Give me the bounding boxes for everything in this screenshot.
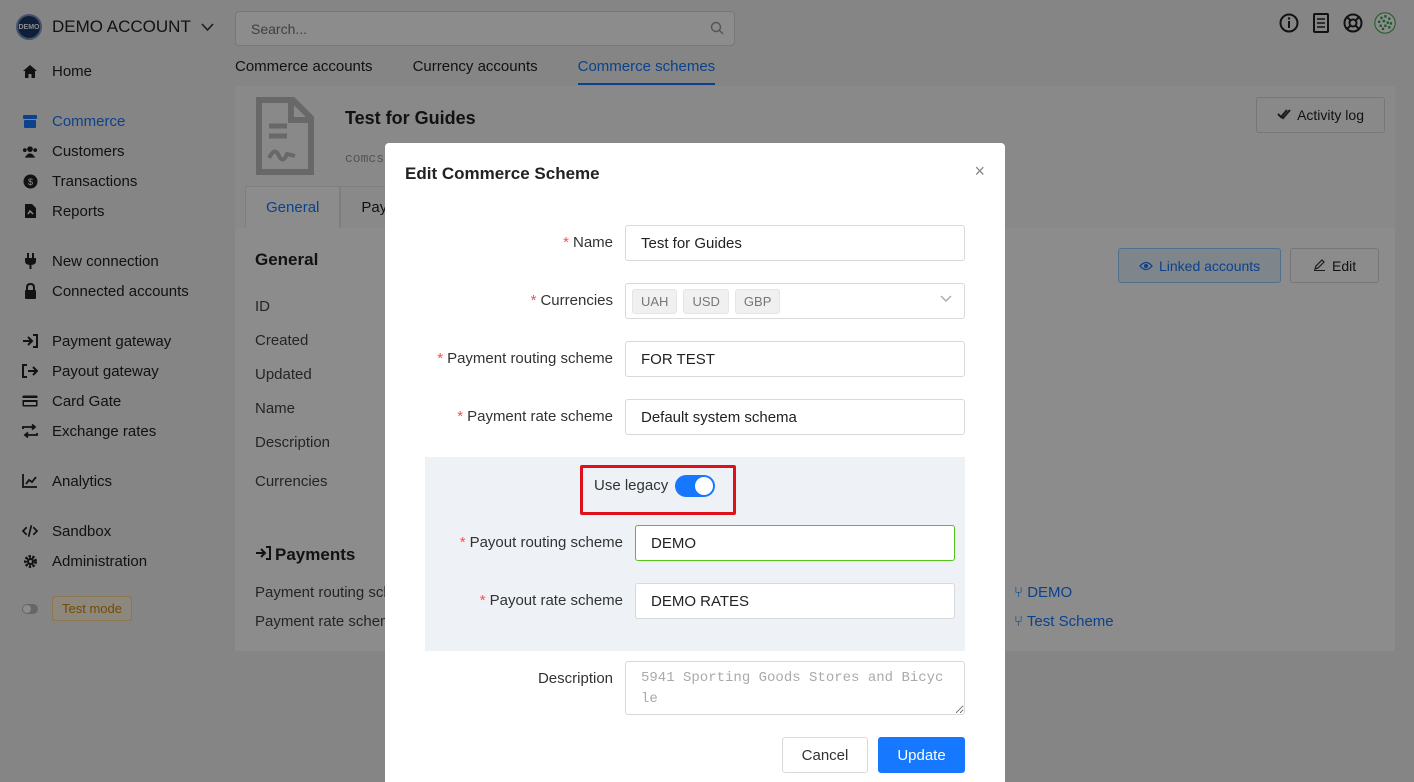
name-label: * Name [563, 234, 613, 251]
use-legacy-switch[interactable] [675, 475, 715, 497]
payment-rate-label: * Payment rate scheme [457, 408, 613, 425]
payout-rate-select[interactable]: DEMO RATES [635, 583, 955, 619]
use-legacy-label: Use legacy [594, 477, 669, 494]
payment-rate-select[interactable]: Default system schema [625, 399, 965, 435]
modal-title: Edit Commerce Scheme [405, 164, 600, 183]
name-input[interactable]: Test for Guides [625, 225, 965, 261]
currencies-label: * Currencies [530, 292, 613, 309]
close-icon[interactable]: × [974, 161, 985, 182]
currency-tag: UAH [632, 288, 678, 314]
payout-rate-label: * Payout rate scheme [479, 592, 623, 609]
payout-routing-select[interactable]: DEMO [635, 525, 955, 561]
payment-routing-select[interactable]: FOR TEST [625, 341, 965, 377]
edit-scheme-modal: Edit Commerce Scheme × * Name Test for Gu… [385, 143, 1005, 782]
update-button[interactable]: Update [878, 737, 965, 773]
currency-tag: USD [683, 288, 729, 314]
currencies-select[interactable]: UAH USD GBP [625, 283, 965, 319]
payment-routing-label: * Payment routing scheme [437, 350, 613, 367]
description-label: Description [537, 670, 613, 687]
cancel-button[interactable]: Cancel [782, 737, 868, 773]
description-textarea[interactable]: 5941 Sporting Goods Stores and Bicycle [625, 661, 965, 715]
chevron-down-icon [940, 294, 952, 306]
legacy-section: Use legacy * Payout routing scheme DEMO *… [425, 457, 965, 651]
payout-routing-label: * Payout routing scheme [459, 534, 623, 551]
currency-tag: GBP [734, 288, 781, 314]
